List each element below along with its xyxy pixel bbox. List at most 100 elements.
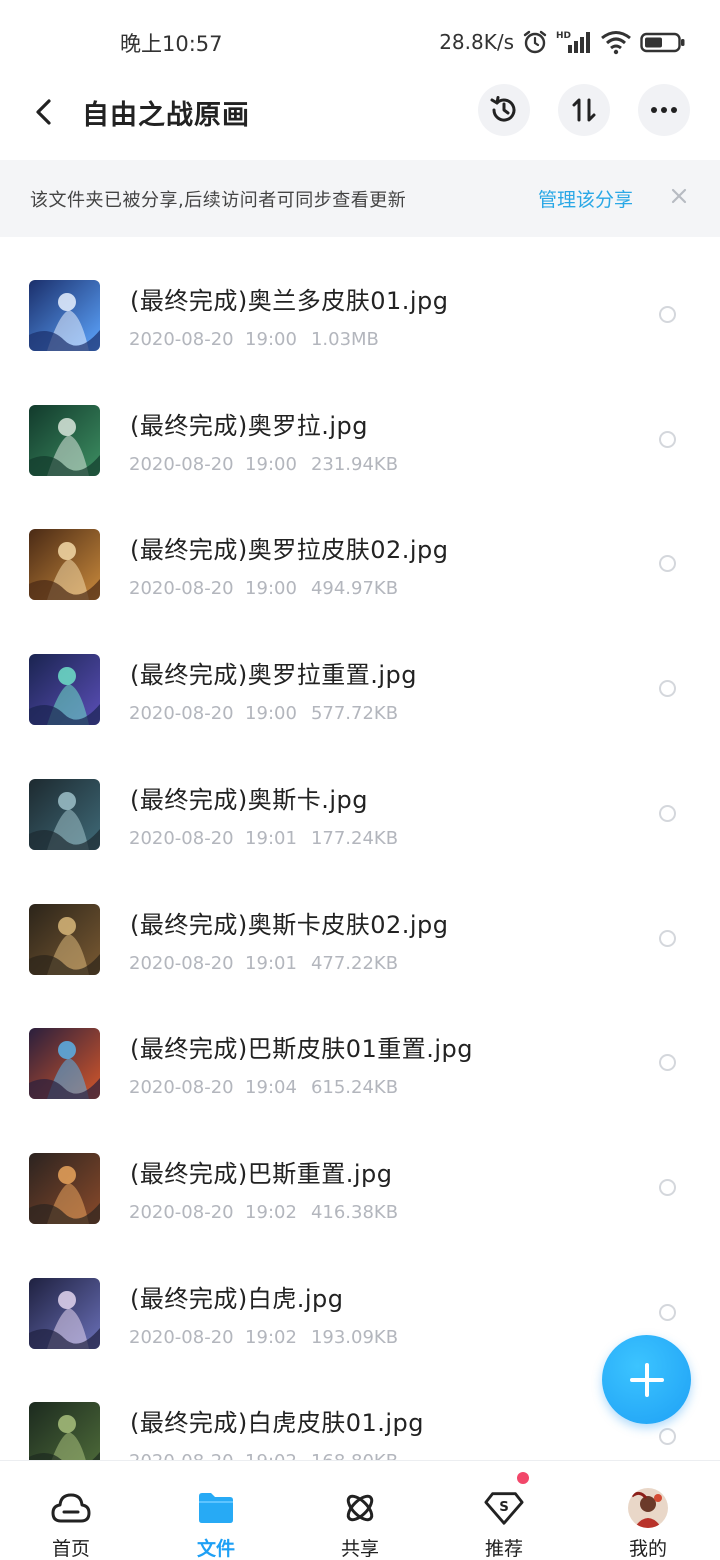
select-checkbox[interactable] [659,306,676,323]
file-meta: 2020-08-20 19:01 177.24KB [129,828,398,849]
nav-files-label: 文件 [196,1538,235,1560]
file-name: (最终完成)巴斯重置.jpg [130,1159,393,1188]
file-date: 2020-08-20 19:01 [129,952,297,974]
select-checkbox[interactable] [659,1303,676,1321]
status-bar: 晚上10:57 28.8K/s HD [0,0,720,84]
select-checkbox[interactable] [659,430,676,448]
file-date: 2020-08-20 19:00 [129,703,297,725]
file-name: (最终完成)奥斯卡.jpg [130,785,368,814]
file-meta: 2020-08-20 19:02 168.80KB [129,1451,398,1460]
file-meta: 2020-08-20 19:00 577.72KB [129,703,398,724]
history-icon [490,96,516,122]
nav-files[interactable]: 文件 [161,1461,271,1560]
file-row[interactable]: (最终完成)白虎.jpg 2020-08-20 19:02 193.09KB [0,1235,720,1360]
file-meta: 2020-08-20 19:00 1.03MB [129,329,379,350]
file-date: 2020-08-20 19:04 [129,1077,297,1099]
sort-button[interactable] [558,84,610,136]
share-banner: 该文件夹已被分享,后续访问者可同步查看更新 管理该分享 [0,160,720,237]
file-thumbnail [29,1152,100,1224]
file-name: (最终完成)奥罗拉.jpg [130,411,368,440]
file-thumbnail [29,404,100,476]
close-icon [671,188,687,204]
file-thumbnail [29,1402,100,1460]
battery-icon [640,30,686,54]
file-meta: 2020-08-20 19:02 193.09KB [129,1327,398,1348]
nav-share[interactable]: 共享 [305,1461,415,1560]
file-name: (最终完成)白虎.jpg [130,1284,344,1313]
back-button[interactable] [24,92,64,132]
file-meta: 2020-08-20 19:00 231.94KB [129,454,398,475]
file-row[interactable]: (最终完成)奥兰多皮肤01.jpg 2020-08-20 19:00 1.03MB [0,237,720,362]
nav-recommend[interactable]: S 推荐 [449,1461,559,1560]
file-thumbnail [29,778,100,850]
select-checkbox[interactable] [659,1428,676,1446]
file-row[interactable]: (最终完成)巴斯皮肤01重置.jpg 2020-08-20 19:04 615.24… [0,985,720,1110]
folder-icon [196,1488,236,1528]
more-icon [651,107,677,113]
file-meta: 2020-08-20 19:00 494.97KB [129,578,398,599]
file-size: 177.24KB [310,827,399,849]
add-button[interactable] [602,1335,691,1424]
home-cloud-icon [51,1488,91,1528]
network-speed: 28.8K/s [439,30,514,54]
file-row[interactable]: (最终完成)巴斯重置.jpg 2020-08-20 19:02 416.38KB [0,1110,720,1235]
app-root: 晚上10:57 28.8K/s HD 自由之战原画 该文件夹已被分享,后续访问者… [0,0,720,1560]
file-name: (最终完成)巴斯皮肤01重置.jpg [130,1035,474,1064]
file-name: (最终完成)奥兰多皮肤01.jpg [130,287,449,315]
file-list: (最终完成)奥兰多皮肤01.jpg 2020-08-20 19:00 1.03MB(… [0,237,720,1460]
select-checkbox[interactable] [659,929,676,947]
select-checkbox[interactable] [659,1054,676,1072]
nav-me-label: 我的 [628,1538,667,1560]
file-meta: 2020-08-20 19:01 477.22KB [129,953,398,974]
share-banner-text: 该文件夹已被分享,后续访问者可同步查看更新 [30,190,407,211]
file-date: 2020-08-20 19:00 [129,578,297,600]
avatar [628,1488,668,1528]
hd-label: HD [556,31,571,41]
file-date: 2020-08-20 19:00 [129,453,297,475]
select-checkbox[interactable] [659,804,676,822]
file-row[interactable]: (最终完成)奥罗拉重置.jpg 2020-08-20 19:00 577.72KB [0,611,720,736]
file-row[interactable]: (最终完成)奥斯卡皮肤02.jpg 2020-08-20 19:01 477.22K… [0,861,720,986]
bottom-nav: 首页 文件 共享 S 推荐 我的 [0,1460,720,1560]
wifi-icon [600,29,632,55]
select-checkbox[interactable] [659,1178,676,1196]
status-time: 晚上10:57 [120,32,223,56]
nav-home[interactable]: 首页 [16,1461,126,1560]
alarm-icon [522,29,548,55]
file-date: 2020-08-20 19:01 [129,827,297,849]
sort-icon [572,98,596,122]
file-size: 1.03MB [310,329,379,350]
nav-me[interactable]: 我的 [593,1461,703,1560]
select-checkbox[interactable] [659,680,676,698]
file-thumbnail [29,654,100,726]
file-size: 168.80KB [311,1451,398,1460]
file-size: 577.72KB [310,703,399,725]
nav-share-label: 共享 [340,1538,379,1560]
file-date: 2020-08-20 19:02 [129,1201,297,1223]
file-size: 477.22KB [310,952,399,974]
svg-text:S: S [499,1500,509,1515]
nav-home-label: 首页 [51,1538,90,1560]
chevron-left-icon [36,99,51,125]
file-row[interactable]: (最终完成)奥罗拉皮肤02.jpg 2020-08-20 19:00 494.97K… [0,486,720,611]
file-row[interactable]: (最终完成)奥罗拉.jpg 2020-08-20 19:00 231.94KB [0,362,720,487]
file-row[interactable]: (最终完成)奥斯卡.jpg 2020-08-20 19:01 177.24KB [0,736,720,861]
file-name: (最终完成)奥罗拉皮肤02.jpg [130,536,449,565]
diamond-dollar-icon: S [484,1488,524,1528]
signal-icon: HD [556,29,592,55]
notification-badge [517,1472,529,1484]
file-meta: 2020-08-20 19:02 416.38KB [129,1202,398,1223]
more-button[interactable] [638,84,690,136]
file-date: 2020-08-20 19:02 [129,1326,297,1348]
status-indicators: 28.8K/s HD [439,26,686,58]
banner-close-button[interactable] [664,181,694,211]
file-name: (最终完成)奥斯卡皮肤02.jpg [130,910,449,939]
avatar-wrapper [628,1488,668,1528]
select-checkbox[interactable] [659,555,676,573]
history-button[interactable] [478,84,530,136]
header: 自由之战原画 [0,84,720,160]
file-date: 2020-08-20 19:00 [129,329,297,350]
file-thumbnail [29,903,100,975]
file-name: (最终完成)白虎皮肤01.jpg [130,1409,425,1438]
manage-share-link[interactable]: 管理该分享 [538,185,633,212]
